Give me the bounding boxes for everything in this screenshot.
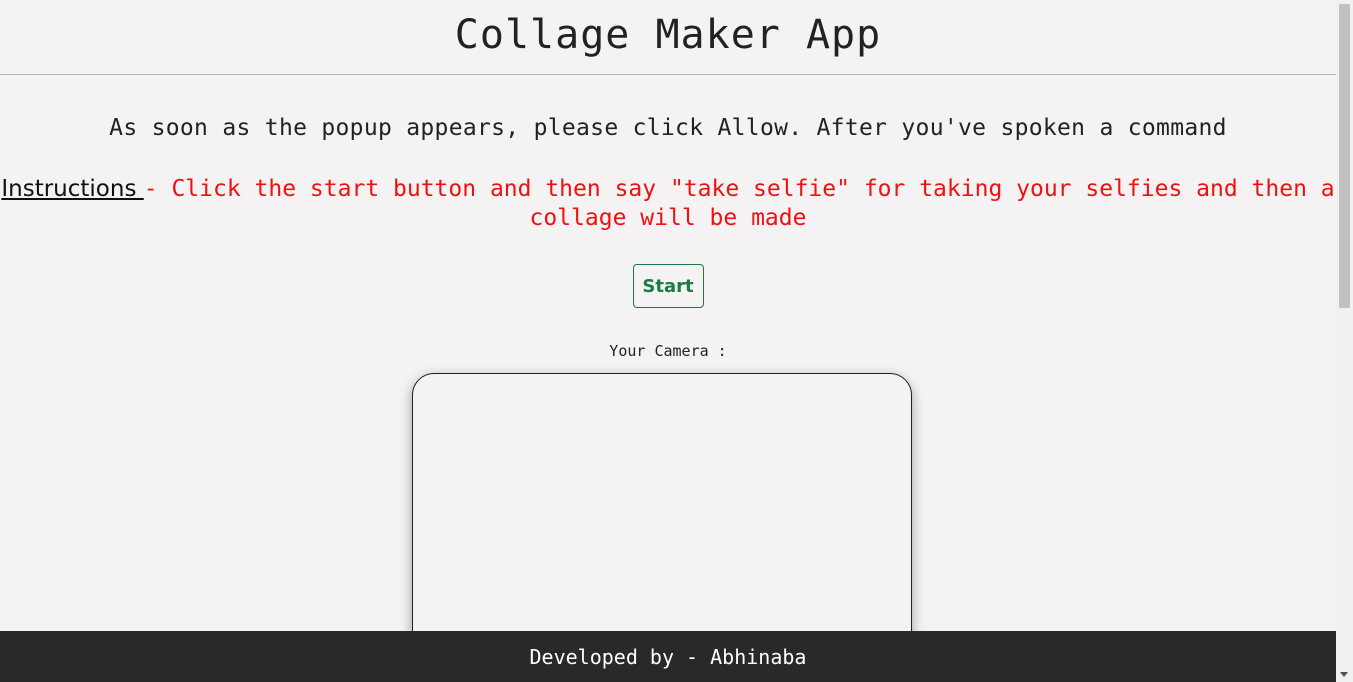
start-button-wrapper: Start <box>0 264 1336 308</box>
vertical-scrollbar[interactable] <box>1336 0 1353 682</box>
header: Collage Maker App <box>0 0 1336 75</box>
footer-text: Developed by - Abhinaba <box>529 644 807 669</box>
instructions-text: - Click the start button and then say "t… <box>143 176 1335 231</box>
scroll-down-arrow-icon[interactable] <box>1340 672 1348 677</box>
footer: Developed by - Abhinaba <box>0 631 1336 682</box>
scrollbar-thumb[interactable] <box>1339 4 1350 308</box>
intro-text: As soon as the popup appears, please cli… <box>109 115 1227 141</box>
instructions-label: Instructions <box>1 176 144 202</box>
start-button[interactable]: Start <box>632 264 704 308</box>
instructions: Instructions - Click the start button an… <box>0 175 1336 233</box>
camera-label: Your Camera : <box>609 342 727 360</box>
page-title: Collage Maker App <box>454 12 882 58</box>
page: Collage Maker App As soon as the popup a… <box>0 0 1336 682</box>
